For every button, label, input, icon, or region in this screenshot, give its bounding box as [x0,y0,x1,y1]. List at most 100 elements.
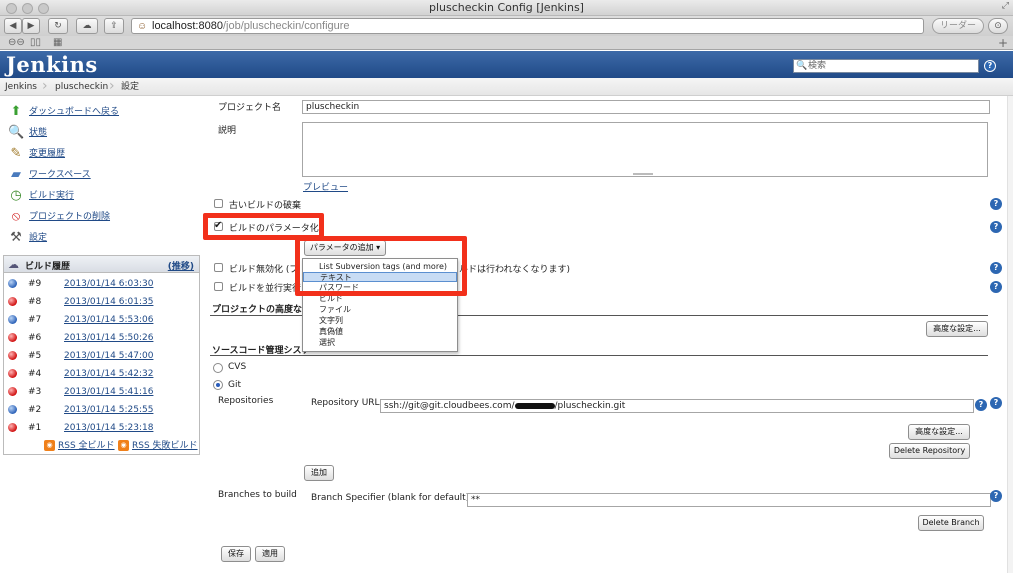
page-scrollbar[interactable] [1007,96,1013,573]
discard-old-builds-checkbox[interactable] [214,199,223,208]
scm-git-radio[interactable] [213,380,223,390]
new-tab-icon[interactable]: + [998,37,1008,49]
folder-icon: ▰ [11,167,21,182]
build-history-row[interactable]: #2 2013/01/14 5:25:55 [4,401,199,419]
reload-button[interactable]: ↻ [48,18,68,34]
top-sites-icon[interactable]: ▦ [53,37,62,49]
build-history-row[interactable]: #4 2013/01/14 5:42:32 [4,365,199,383]
menu-item-choice[interactable]: 選択 [303,338,457,348]
build-history-row[interactable]: #8 2013/01/14 6:01:35 [4,293,199,311]
sidebar-item-label[interactable]: ダッシュボードへ戻る [29,104,119,120]
help-icon[interactable]: ? [975,399,987,411]
search-input[interactable]: 🔍 検索 [793,59,979,73]
repository-url-suffix: /pluscheckin.git [554,401,626,411]
build-number: #6 [28,333,42,343]
help-icon[interactable]: ? [990,397,1002,409]
advanced-options-button[interactable]: 高度な設定... [926,321,988,337]
notepad-icon: ✎ [10,146,22,161]
sidebar-item-label[interactable]: ビルド実行 [29,188,74,204]
breadcrumb-configure[interactable]: 設定 [121,78,139,96]
rss-icon: ◉ [44,440,55,451]
build-date-link[interactable]: 2013/01/14 6:01:35 [64,293,153,311]
bookmarks-icon[interactable]: ▯▯ [30,37,41,49]
repository-advanced-button[interactable]: 高度な設定... [908,424,970,440]
build-date-link[interactable]: 2013/01/14 5:53:06 [64,311,153,329]
build-date-link[interactable]: 2013/01/14 5:25:55 [64,401,153,419]
download-button[interactable]: ⊙ [988,18,1008,34]
sidebar-item-label[interactable]: 状態 [29,125,47,141]
save-button[interactable]: 保存 [221,546,251,562]
disable-build-checkbox[interactable] [214,263,223,272]
build-history-row[interactable]: #7 2013/01/14 5:53:06 [4,311,199,329]
window-title: pluscheckin Config [Jenkins] [429,1,584,14]
delete-branch-button[interactable]: Delete Branch [918,515,984,531]
build-number: #1 [28,423,42,433]
sidebar-item-label[interactable]: 変更履歴 [29,146,65,162]
build-history-row[interactable]: #1 2013/01/14 5:23:18 [4,419,199,437]
reading-list-icon[interactable]: ⊖⊖ [8,37,25,49]
repository-url-prefix: ssh://git@git.cloudbees.com/ [384,401,515,411]
help-icon[interactable]: ? [990,490,1002,502]
jenkins-header: Jenkins 🔍 検索 ? [0,51,1013,78]
reader-button[interactable]: リーダー [932,18,984,34]
rss-icon: ◉ [118,440,129,451]
trend-link[interactable]: (推移) [168,259,194,272]
back-button[interactable]: ◀ [4,18,22,34]
forward-button[interactable]: ▶ [22,18,40,34]
preview-link[interactable]: プレビュー [303,180,348,193]
breadcrumb-project[interactable]: pluscheckin [55,78,108,96]
build-date-link[interactable]: 2013/01/14 5:47:00 [64,347,153,365]
highlight-box-add-parameter [295,236,467,296]
menu-item-file[interactable]: ファイル [303,305,457,315]
concurrent-build-checkbox[interactable] [214,282,223,291]
jenkins-logo[interactable]: Jenkins [6,53,98,77]
build-history-row[interactable]: #9 2013/01/14 6:03:30 [4,275,199,293]
share-button[interactable]: ⇪ [104,18,124,34]
header-help-icon[interactable]: ? [984,60,996,72]
project-name-field[interactable]: pluscheckin [302,100,990,114]
build-date-link[interactable]: 2013/01/14 5:42:32 [64,365,153,383]
help-icon[interactable]: ? [990,262,1002,274]
clock-icon: ◷ [10,188,22,203]
rss-failed-link[interactable]: RSS 失敗ビルド [132,438,198,451]
url-path: /job/pluscheckin/configure [222,20,350,32]
build-history-row[interactable]: #3 2013/01/14 5:41:16 [4,383,199,401]
sidebar-item-label[interactable]: ワークスペース [29,167,91,183]
rss-all-link[interactable]: RSS 全ビルド [58,438,115,451]
repository-url-field[interactable]: ssh://git@git.cloudbees.com/ /pluscheckin… [380,399,974,413]
description-field[interactable] [302,122,988,177]
sidebar-item-label[interactable]: 設定 [29,230,47,246]
apply-button[interactable]: 適用 [255,546,285,562]
build-history-row[interactable]: #5 2013/01/14 5:47:00 [4,347,199,365]
build-date-link[interactable]: 2013/01/14 5:23:18 [64,419,153,437]
delete-repository-button[interactable]: Delete Repository [889,443,970,459]
scm-cvs-radio[interactable] [213,363,223,373]
up-arrow-icon: ⬆ [10,104,22,119]
resize-handle-icon[interactable] [633,173,653,175]
help-icon[interactable]: ? [990,198,1002,210]
build-date-link[interactable]: 2013/01/14 5:50:26 [64,329,153,347]
success-ball-icon [8,279,17,288]
disable-build-label: ビルド無効化 (プ [229,265,299,275]
branch-specifier-field[interactable]: ** [467,493,991,507]
build-date-link[interactable]: 2013/01/14 6:03:30 [64,275,153,293]
address-bar[interactable]: ☺ localhost:8080/job/pluscheckin/configu… [131,18,924,34]
section-divider [210,355,988,356]
menu-item-string[interactable]: 文字列 [303,316,457,326]
help-icon[interactable]: ? [990,281,1002,293]
failure-ball-icon [8,423,17,432]
build-number: #2 [28,405,42,415]
sidebar-item-label[interactable]: プロジェクトの削除 [29,209,110,225]
failure-ball-icon [8,333,17,342]
fullscreen-icon[interactable]: ⤢ [1002,1,1009,11]
menu-item-boolean[interactable]: 真偽値 [303,327,457,337]
repositories-label: Repositories [218,396,274,406]
icloud-button[interactable]: ☁ [76,18,98,34]
description-label: 説明 [218,126,237,136]
breadcrumb-jenkins[interactable]: Jenkins [5,78,37,96]
build-history-row[interactable]: #6 2013/01/14 5:50:26 [4,329,199,347]
build-date-link[interactable]: 2013/01/14 5:41:16 [64,383,153,401]
build-history-icon: ☁ [8,258,19,271]
help-icon[interactable]: ? [990,221,1002,233]
add-repository-button[interactable]: 追加 [304,465,334,481]
